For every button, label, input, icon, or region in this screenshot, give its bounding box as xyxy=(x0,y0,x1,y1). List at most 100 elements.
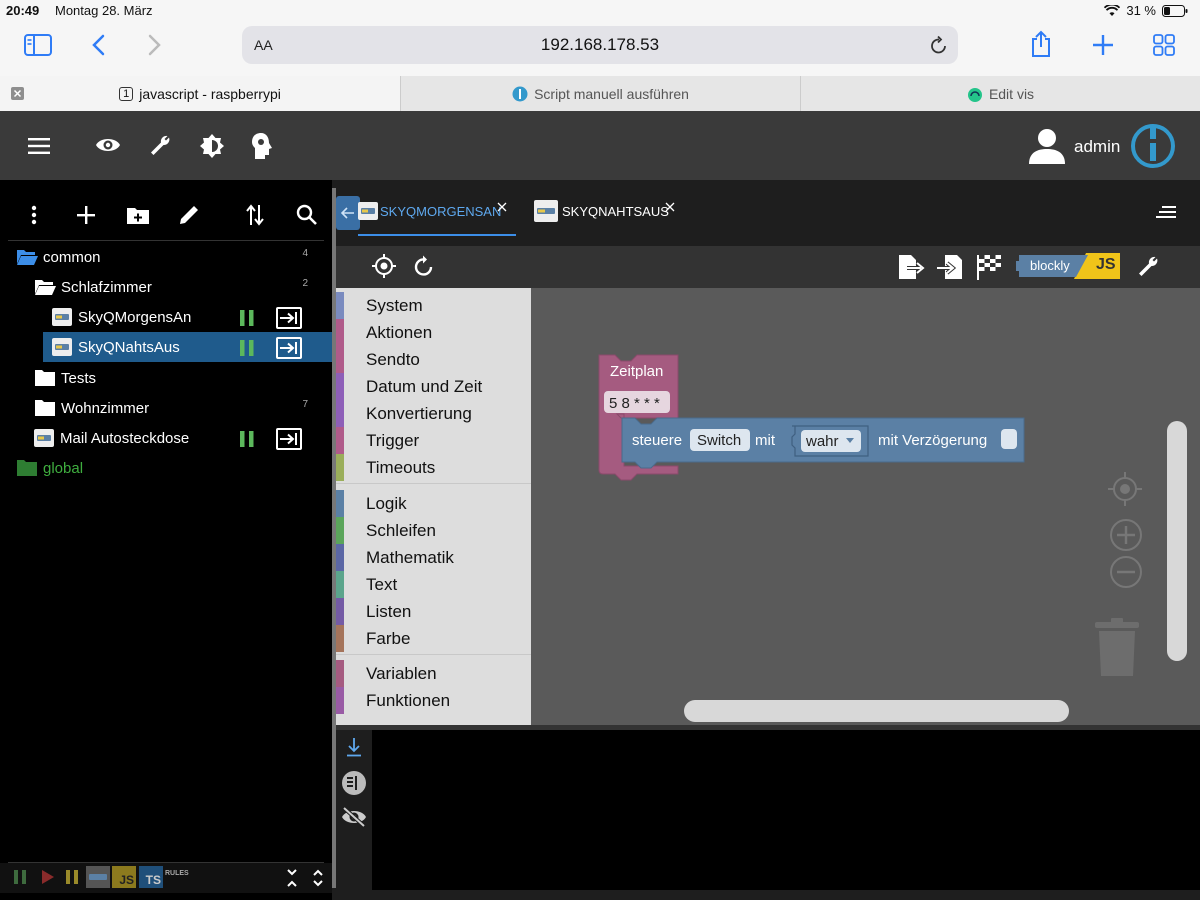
refresh-icon[interactable] xyxy=(414,255,434,277)
reload-icon[interactable] xyxy=(930,35,948,55)
edit-pencil-icon[interactable] xyxy=(179,204,200,225)
log-filter-icon[interactable] xyxy=(341,770,367,796)
trash-icon[interactable] xyxy=(1093,618,1141,678)
sort-arrows-icon[interactable] xyxy=(246,204,264,226)
export-file-icon[interactable] xyxy=(897,253,925,281)
expert-mode-head-icon[interactable] xyxy=(251,132,273,160)
pause-icon[interactable] xyxy=(240,431,254,447)
wrench-icon[interactable] xyxy=(148,133,172,157)
category-datum-und-zeit[interactable]: Datum und Zeit xyxy=(336,373,531,400)
expand-all-icon[interactable] xyxy=(312,869,324,887)
blockly-script-icon xyxy=(358,202,378,220)
tree-label: global xyxy=(43,459,84,477)
category-aktionen[interactable]: Aktionen xyxy=(336,319,531,346)
tree-script-skyqmorgensan[interactable]: SkyQMorgensAn xyxy=(0,302,332,332)
add-script-plus-icon[interactable] xyxy=(77,206,95,224)
editor-tab-skyqnahtsaus[interactable]: SKYQNAHTSAUS xyxy=(534,196,675,226)
sidebar-toggle-icon[interactable] xyxy=(24,34,52,56)
tree-script-skyqnahtsaus[interactable]: SkyQNahtsAus xyxy=(43,332,332,362)
category-farbe[interactable]: Farbe xyxy=(336,625,531,652)
delay-checkbox[interactable] xyxy=(1001,429,1017,449)
category-variablen[interactable]: Variablen xyxy=(336,660,531,687)
category-system[interactable]: System xyxy=(336,292,531,319)
category-text[interactable]: Text xyxy=(336,571,531,598)
share-icon[interactable] xyxy=(1030,30,1052,58)
eye-icon[interactable] xyxy=(95,135,121,155)
brightness-icon[interactable] xyxy=(199,133,225,159)
add-folder-icon[interactable] xyxy=(126,205,150,225)
close-icon[interactable] xyxy=(497,202,507,212)
close-tab-icon[interactable] xyxy=(11,87,24,100)
tab-javascript[interactable]: 1 javascript - raspberrypi xyxy=(0,76,400,111)
wifi-icon xyxy=(1104,4,1121,16)
center-workspace-icon[interactable] xyxy=(1108,472,1142,506)
user-avatar-icon[interactable] xyxy=(1028,127,1066,165)
category-label: Mathematik xyxy=(366,547,454,567)
vertical-scrollbar[interactable] xyxy=(1167,421,1187,661)
control-block-label: steuere xyxy=(632,432,682,449)
zoom-out-icon[interactable] xyxy=(1109,555,1143,589)
tab-script-manual[interactable]: Script manuell ausführen xyxy=(400,76,800,111)
export-icon[interactable] xyxy=(276,307,302,329)
blockly-to-js-button[interactable]: blockly JS xyxy=(1016,253,1120,279)
boolean-value-text: wahr xyxy=(805,433,839,450)
tree-folder-wohnzimmer[interactable]: Wohnzimmer 7 xyxy=(0,393,332,423)
wrench-icon[interactable] xyxy=(1136,254,1160,278)
tree-folder-common[interactable]: common 4 xyxy=(0,242,332,272)
tabs-overview-icon[interactable] xyxy=(1153,34,1175,56)
collapse-all-icon[interactable] xyxy=(286,869,298,887)
back-button[interactable] xyxy=(336,196,360,230)
editor-toolstrip: blockly JS xyxy=(336,246,1200,288)
toolbox-separator xyxy=(336,654,531,655)
battery-icon xyxy=(1162,4,1188,17)
hamburger-menu-icon[interactable] xyxy=(28,138,50,154)
tab-edit-vis[interactable]: Edit vis xyxy=(800,76,1200,111)
zoom-in-icon[interactable] xyxy=(1109,518,1143,552)
category-label: Konvertierung xyxy=(366,403,472,423)
category-sendto[interactable]: Sendto xyxy=(336,346,531,373)
back-arrow-icon[interactable] xyxy=(91,34,105,56)
category-timeouts[interactable]: Timeouts xyxy=(336,454,531,481)
editor-tab-skyqmorgensan[interactable]: SKYQMORGENSAN xyxy=(358,196,507,226)
pause-icon[interactable] xyxy=(240,340,254,356)
close-icon[interactable] xyxy=(665,202,675,212)
blockly-script-icon xyxy=(52,338,72,356)
more-vertical-icon[interactable] xyxy=(31,205,37,225)
category-mathematik[interactable]: Mathematik xyxy=(336,544,531,571)
tab-list-menu-icon[interactable] xyxy=(1156,206,1176,218)
horizontal-scrollbar[interactable] xyxy=(684,700,1069,722)
category-trigger[interactable]: Trigger xyxy=(336,427,531,454)
ts-filter-button[interactable]: TS xyxy=(139,866,163,888)
category-konvertierung[interactable]: Konvertierung xyxy=(336,400,531,427)
export-icon[interactable] xyxy=(276,337,302,359)
eye-off-icon[interactable] xyxy=(341,806,367,828)
pause-icon[interactable] xyxy=(240,310,254,326)
import-file-icon[interactable] xyxy=(936,253,964,281)
active-tab-indicator xyxy=(358,234,516,236)
js-filter-button[interactable]: JS xyxy=(112,866,136,888)
address-bar[interactable]: AA 192.168.178.53 xyxy=(242,26,958,64)
log-panel xyxy=(336,730,1200,890)
export-icon[interactable] xyxy=(276,428,302,450)
checkered-flag-icon[interactable] xyxy=(976,253,1002,281)
pause-icon[interactable] xyxy=(66,870,78,884)
category-funktionen[interactable]: Funktionen xyxy=(336,687,531,714)
tree-folder-schlafzimmer[interactable]: Schlafzimmer 2 xyxy=(0,272,332,302)
category-listen[interactable]: Listen xyxy=(336,598,531,625)
search-icon[interactable] xyxy=(296,204,317,225)
tree-folder-global[interactable]: global xyxy=(0,453,332,483)
category-schleifen[interactable]: Schleifen xyxy=(336,517,531,544)
tree-folder-tests[interactable]: Tests xyxy=(0,363,332,393)
play-icon[interactable] xyxy=(42,870,54,884)
new-tab-plus-icon[interactable] xyxy=(1092,34,1114,56)
rules-filter-button[interactable]: RULES xyxy=(165,866,189,888)
category-logik[interactable]: Logik xyxy=(336,490,531,517)
blockly-filter-icon[interactable] xyxy=(86,866,110,888)
folder-icon xyxy=(35,400,55,416)
tree-script-mail-autosteckdose[interactable]: Mail Autosteckdose xyxy=(0,423,332,453)
scroll-down-icon[interactable] xyxy=(346,737,362,757)
locate-target-icon[interactable] xyxy=(372,254,396,278)
forward-arrow-icon[interactable] xyxy=(148,34,162,56)
pause-all-icon[interactable] xyxy=(14,870,26,884)
blockly-workspace[interactable]: Zeitplan 5 8 * * * steuere Switch mit wa… xyxy=(531,288,1200,725)
